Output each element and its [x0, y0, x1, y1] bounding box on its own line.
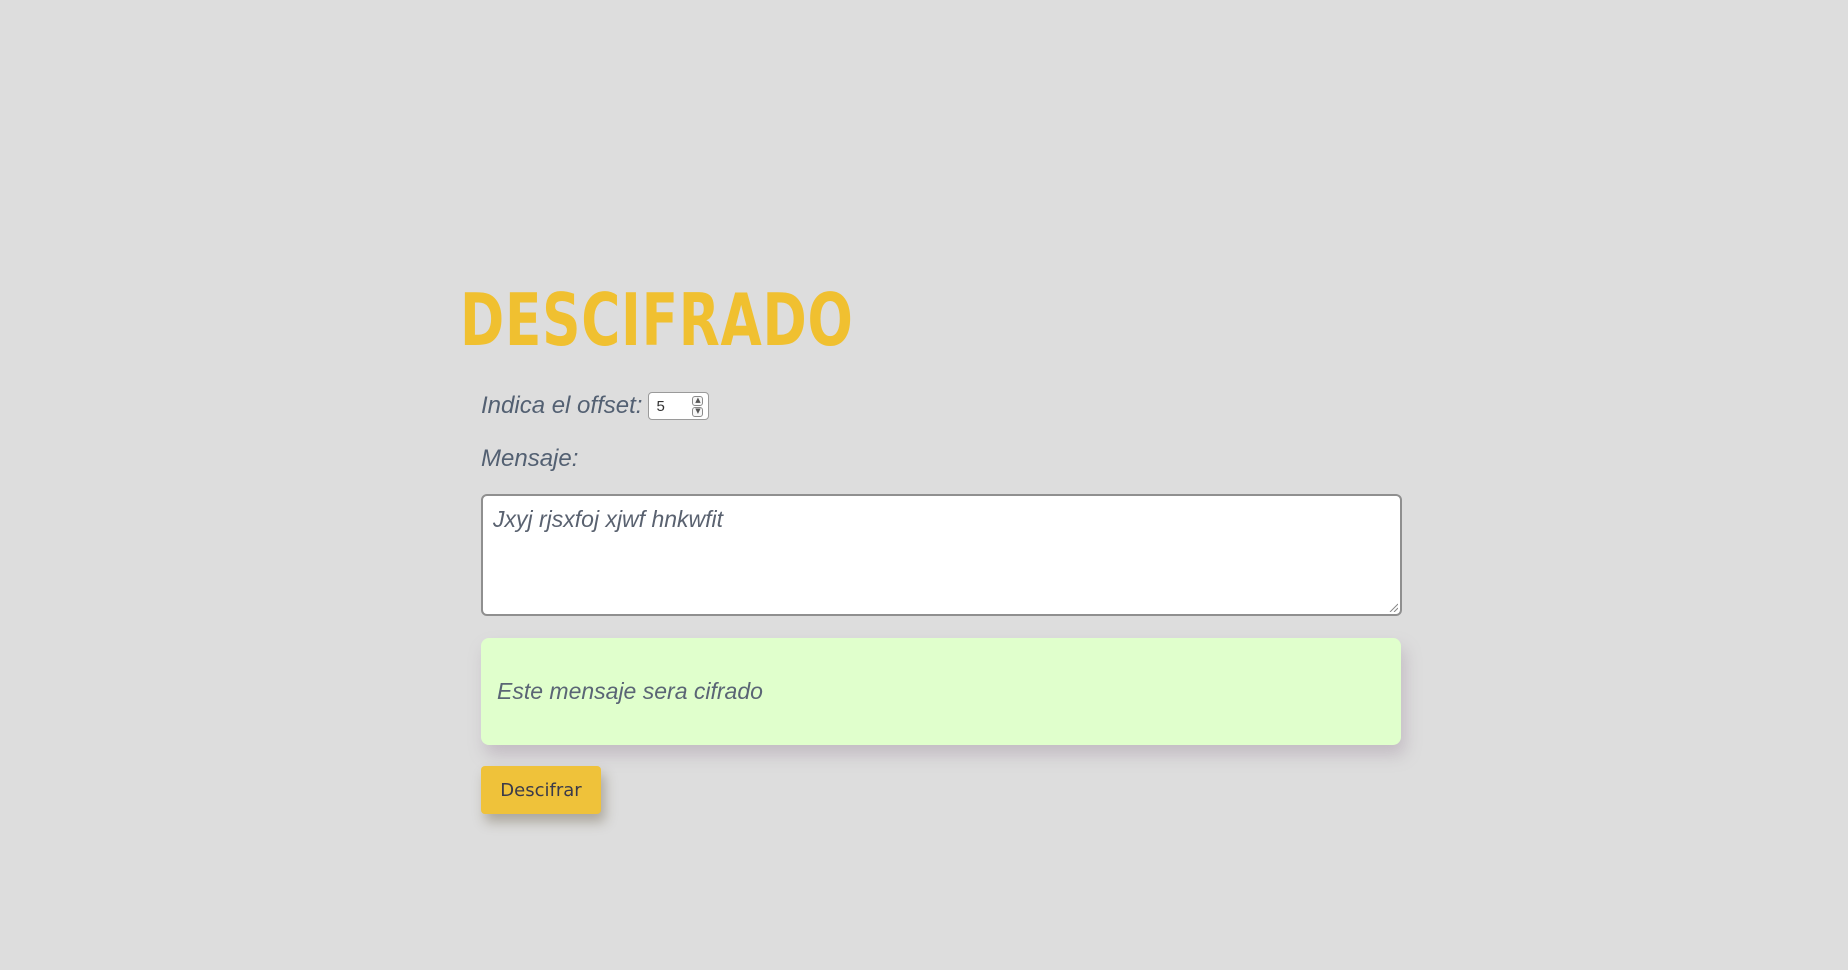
message-label: Mensaje:	[481, 445, 579, 472]
offset-row: Indica el offset: 5 ▲ ▼	[481, 388, 710, 424]
decrypt-page: DESCIFRADO Indica el offset: 5 ▲ ▼ Mensa…	[0, 0, 1848, 970]
decrypt-button[interactable]: Descifrar	[481, 766, 601, 814]
resize-grip-icon[interactable]	[1388, 602, 1398, 612]
message-text[interactable]: Jxyj rjsxfoj xjwf hnkwfit	[493, 506, 723, 532]
offset-number-input[interactable]: 5 ▲ ▼	[648, 392, 710, 420]
chevron-up-icon[interactable]: ▲	[692, 395, 704, 406]
offset-label: Indica el offset:	[481, 392, 643, 419]
result-text: Este mensaje sera cifrado	[497, 678, 763, 704]
offset-spinner: ▲ ▼	[692, 395, 704, 417]
chevron-down-icon[interactable]: ▼	[692, 406, 704, 417]
page-title: DESCIFRADO	[460, 278, 854, 362]
message-textarea[interactable]: Jxyj rjsxfoj xjwf hnkwfit	[481, 494, 1402, 616]
offset-value[interactable]: 5	[649, 398, 692, 415]
result-box: Este mensaje sera cifrado	[481, 638, 1401, 745]
